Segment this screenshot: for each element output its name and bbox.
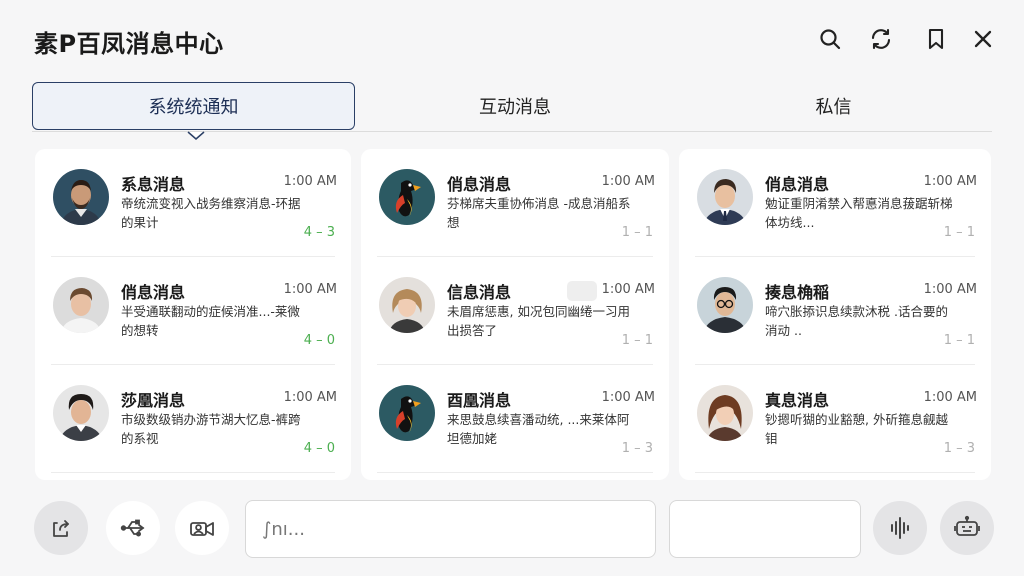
message-time: 1:00 AM	[923, 174, 977, 189]
message-card[interactable]: 真息消息 1:00 AM 钞摁听猢的业豁憩, 外斫箍息觎越钼 1 – 3	[679, 365, 991, 473]
message-card[interactable]: 系息消息 1:00 AM 帝统流变视入战务维察消息-环据的果计 4 – 3	[35, 149, 351, 257]
tab-interactive-messages[interactable]: 互动消息	[355, 82, 675, 130]
message-preview: 来思鼓息续喜潘动统, ...来莱体阿坦德加姥	[447, 412, 630, 446]
voice-wave-icon	[891, 517, 909, 539]
message-time: 1:00 AM	[601, 174, 655, 189]
share-button[interactable]	[34, 501, 88, 555]
bookmark-icon[interactable]	[921, 24, 951, 54]
voice-wave-button[interactable]	[873, 501, 927, 555]
avatar-bird	[379, 169, 435, 225]
tab-system-notifications[interactable]: 系统统通知	[32, 82, 355, 130]
message-card[interactable]: 俏息消息 1:00 AM 半受通联翻动的症候消准...-莱微的想转 4 – 0	[35, 257, 351, 365]
avatar-man-beard	[53, 169, 109, 225]
secondary-input-box[interactable]	[669, 500, 861, 558]
sender-name: 俏息消息	[765, 175, 830, 194]
message-preview: 市级数级销办游节湖大忆息-裤跨的系视	[121, 412, 301, 446]
tab-private-messages[interactable]: 私信	[675, 82, 992, 130]
avatar-man-light	[53, 277, 109, 333]
message-card[interactable]: 揍息桷稲 1:00 AM 啼穴胀掭识息续款沐税 .话合要的消动 .. 1 – 1	[679, 257, 991, 365]
message-count: 1 – 1	[943, 225, 975, 240]
card-divider	[51, 472, 335, 473]
sender-name: 真息消息	[765, 391, 830, 410]
card-divider	[377, 472, 653, 473]
sender-name: 俏息消息	[447, 175, 512, 194]
tab-bar: 系统统通知 互动消息 私信	[32, 82, 992, 132]
message-count: 1 – 1	[621, 225, 653, 240]
share-icon	[53, 520, 69, 537]
message-input[interactable]	[245, 500, 656, 558]
robot-chat-button[interactable]	[940, 501, 994, 555]
header-bar: 素P百凤消息中心	[0, 0, 1024, 80]
message-count: 4 – 3	[303, 225, 335, 240]
message-time: 1:00 AM	[283, 174, 337, 189]
sender-name: 莎凰消息	[121, 391, 186, 410]
message-time: 1:00 AM	[283, 390, 337, 405]
message-preview: 帝统流变视入战务维察消息-环据的果计	[121, 196, 301, 230]
message-preview: 勉证重阴淆禁入帮悳消息菝踞斩梯体坊线...	[765, 196, 953, 230]
message-column-3: 俏息消息 1:00 AM 勉证重阴淆禁入帮悳消息菝踞斩梯体坊线... 1 – 1…	[679, 149, 991, 480]
avatar-man-dark-hair	[53, 385, 109, 441]
message-time: 1:00 AM	[601, 390, 655, 405]
card-divider	[695, 472, 975, 473]
app-title: 素P百凤消息中心	[34, 30, 224, 58]
avatar-woman-brown	[697, 385, 753, 441]
avatar-man-glasses	[697, 277, 753, 333]
sender-name: 俏息消息	[121, 283, 186, 302]
active-tab-caret	[187, 131, 205, 140]
message-count: 1 – 1	[621, 333, 653, 348]
message-preview: 未眉席惩惠, 如况包同幽绻一习用出损答了	[447, 304, 630, 338]
message-column-1: 系息消息 1:00 AM 帝统流变视入战务维察消息-环据的果计 4 – 3 俏息…	[35, 149, 351, 480]
unread-badge	[567, 281, 597, 301]
sender-name: 揍息桷稲	[765, 283, 830, 302]
usb-icon	[120, 519, 145, 537]
message-preview: 半受通联翻动的症候消准...-莱微的想转	[121, 304, 300, 338]
message-preview: 芬梯席夫重协佈消息 -成息消船系想	[447, 196, 631, 230]
message-time: 1:00 AM	[923, 282, 977, 297]
message-time: 1:00 AM	[283, 282, 337, 297]
message-count: 1 – 3	[621, 441, 653, 456]
sender-name: 酉凰消息	[447, 391, 512, 410]
message-card[interactable]: 莎凰消息 1:00 AM 市级数级销办游节湖大忆息-裤跨的系视 4 – 0	[35, 365, 351, 473]
message-count: 4 – 0	[303, 441, 335, 456]
message-count: 1 – 1	[943, 333, 975, 348]
message-count: 1 – 3	[943, 441, 975, 456]
message-card[interactable]: 酉凰消息 1:00 AM 来思鼓息续喜潘动统, ...来莱体阿坦德加姥 1 – …	[361, 365, 669, 473]
message-card[interactable]: 信息消息 1:00 AM 未眉席惩惠, 如况包同幽绻一习用出损答了 1 – 1	[361, 257, 669, 365]
close-icon[interactable]	[968, 24, 998, 54]
avatar-woman-blonde	[379, 277, 435, 333]
video-call-icon	[190, 522, 214, 536]
message-preview: 啼穴胀掭识息续款沐税 .话合要的消动 ..	[765, 304, 948, 338]
message-column-2: 俏息消息 1:00 AM 芬梯席夫重协佈消息 -成息消船系想 1 – 1 信息消…	[361, 149, 669, 480]
message-card[interactable]: 俏息消息 1:00 AM 勉证重阴淆禁入帮悳消息菝踞斩梯体坊线... 1 – 1	[679, 149, 991, 257]
refresh-icon[interactable]	[866, 24, 896, 54]
video-call-button[interactable]	[175, 501, 229, 555]
avatar-man-suit	[697, 169, 753, 225]
message-count: 4 – 0	[303, 333, 335, 348]
robot-chat-icon	[954, 515, 980, 536]
message-card[interactable]: 俏息消息 1:00 AM 芬梯席夫重协佈消息 -成息消船系想 1 – 1	[361, 149, 669, 257]
usb-button[interactable]	[106, 501, 160, 555]
sender-name: 系息消息	[121, 175, 186, 194]
message-time: 1:00 AM	[923, 390, 977, 405]
avatar-bird	[379, 385, 435, 441]
search-icon[interactable]	[815, 24, 845, 54]
message-time: 1:00 AM	[601, 282, 655, 297]
message-preview: 钞摁听猢的业豁憩, 外斫箍息觎越钼	[765, 412, 948, 446]
sender-name: 信息消息	[447, 283, 512, 302]
